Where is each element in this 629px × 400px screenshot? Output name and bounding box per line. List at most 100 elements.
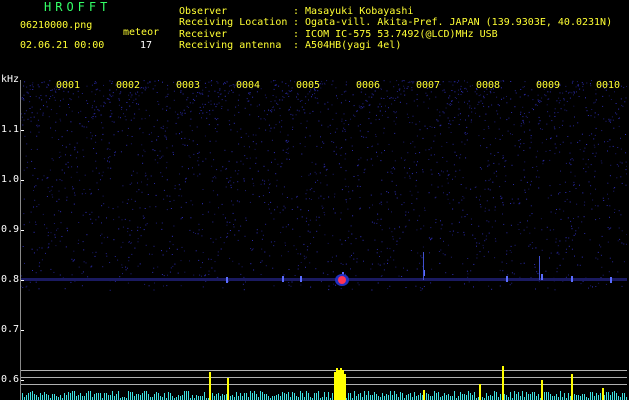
baseline-bar bbox=[60, 395, 61, 400]
noise-pixel bbox=[507, 274, 509, 276]
baseline-bar bbox=[378, 396, 379, 400]
noise-pixel bbox=[119, 93, 121, 95]
noise-pixel bbox=[243, 289, 245, 291]
noise-pixel bbox=[216, 131, 218, 133]
noise-pixel bbox=[40, 270, 42, 272]
noise-pixel bbox=[322, 141, 324, 143]
noise-pixel bbox=[478, 242, 480, 244]
noise-pixel bbox=[592, 199, 594, 201]
noise-pixel bbox=[37, 84, 39, 86]
baseline-bar bbox=[188, 391, 189, 400]
noise-pixel bbox=[520, 89, 522, 90]
noise-pixel bbox=[363, 136, 365, 138]
noise-pixel bbox=[600, 277, 602, 278]
noise-pixel bbox=[393, 86, 395, 88]
baseline-bar bbox=[56, 396, 57, 400]
noise-pixel bbox=[547, 111, 549, 113]
noise-pixel bbox=[260, 183, 262, 185]
noise-pixel bbox=[293, 245, 295, 247]
noise-pixel bbox=[93, 100, 95, 102]
noise-pixel bbox=[36, 249, 38, 251]
noise-pixel bbox=[211, 84, 212, 86]
noise-pixel bbox=[494, 220, 496, 222]
noise-pixel bbox=[274, 209, 276, 211]
noise-pixel bbox=[309, 135, 311, 137]
noise-pixel bbox=[265, 97, 267, 99]
noise-pixel bbox=[377, 282, 379, 284]
noise-pixel bbox=[616, 177, 618, 179]
noise-pixel bbox=[277, 103, 279, 105]
noise-pixel bbox=[501, 197, 503, 199]
noise-pixel bbox=[305, 266, 306, 268]
noise-pixel bbox=[274, 80, 276, 81]
noise-pixel bbox=[26, 91, 28, 93]
noise-pixel bbox=[450, 132, 452, 133]
noise-pixel bbox=[190, 111, 191, 113]
noise-pixel bbox=[574, 175, 576, 177]
noise-pixel bbox=[381, 152, 383, 154]
noise-pixel bbox=[425, 92, 427, 94]
baseline-bar bbox=[496, 392, 497, 400]
noise-pixel bbox=[53, 223, 55, 224]
noise-pixel bbox=[59, 118, 61, 120]
baseline-bar bbox=[226, 394, 227, 400]
noise-pixel bbox=[226, 177, 228, 179]
noise-pixel bbox=[192, 204, 194, 206]
noise-pixel bbox=[483, 95, 485, 97]
noise-pixel bbox=[177, 117, 179, 119]
noise-pixel bbox=[47, 187, 49, 189]
noise-pixel bbox=[447, 198, 449, 200]
noise-pixel bbox=[621, 285, 623, 287]
noise-pixel bbox=[459, 169, 461, 171]
noise-pixel bbox=[560, 218, 562, 220]
noise-pixel bbox=[193, 231, 195, 233]
noise-pixel bbox=[281, 99, 283, 101]
noise-pixel bbox=[571, 228, 573, 230]
noise-pixel bbox=[34, 199, 36, 201]
noise-pixel bbox=[359, 130, 361, 132]
noise-pixel bbox=[510, 81, 512, 82]
noise-pixel bbox=[597, 205, 599, 207]
baseline-bar bbox=[578, 395, 579, 400]
noise-pixel bbox=[113, 239, 115, 241]
noise-pixel bbox=[436, 109, 438, 111]
noise-pixel bbox=[389, 227, 391, 229]
noise-pixel bbox=[530, 180, 532, 182]
activity-spike bbox=[342, 370, 344, 400]
noise-pixel bbox=[343, 113, 345, 115]
noise-pixel bbox=[450, 123, 452, 125]
noise-pixel bbox=[595, 99, 597, 101]
noise-pixel bbox=[258, 127, 260, 129]
noise-pixel bbox=[186, 99, 188, 101]
noise-pixel bbox=[372, 164, 374, 166]
noise-pixel bbox=[597, 143, 599, 145]
noise-pixel bbox=[535, 176, 537, 178]
noise-pixel bbox=[232, 260, 234, 262]
noise-pixel bbox=[316, 145, 318, 147]
noise-pixel bbox=[269, 110, 271, 112]
noise-pixel bbox=[514, 90, 516, 92]
noise-pixel bbox=[230, 187, 232, 189]
noise-pixel bbox=[244, 155, 246, 157]
noise-pixel bbox=[264, 94, 266, 96]
noise-pixel bbox=[147, 194, 149, 195]
noise-pixel bbox=[523, 169, 525, 171]
noise-pixel bbox=[615, 112, 616, 114]
noise-pixel bbox=[513, 202, 515, 204]
noise-pixel bbox=[127, 135, 129, 136]
noise-pixel bbox=[162, 81, 163, 83]
baseline-bar bbox=[546, 392, 547, 400]
noise-pixel bbox=[119, 276, 121, 278]
noise-pixel bbox=[414, 146, 416, 148]
noise-pixel bbox=[483, 105, 485, 107]
noise-pixel bbox=[273, 285, 275, 287]
noise-pixel bbox=[435, 222, 437, 224]
noise-pixel bbox=[394, 168, 396, 170]
noise-pixel bbox=[299, 100, 301, 102]
noise-pixel bbox=[49, 98, 51, 100]
noise-pixel bbox=[36, 148, 38, 150]
noise-pixel bbox=[528, 111, 530, 113]
noise-pixel bbox=[411, 122, 413, 124]
noise-pixel bbox=[142, 215, 144, 217]
noise-pixel bbox=[613, 127, 615, 129]
